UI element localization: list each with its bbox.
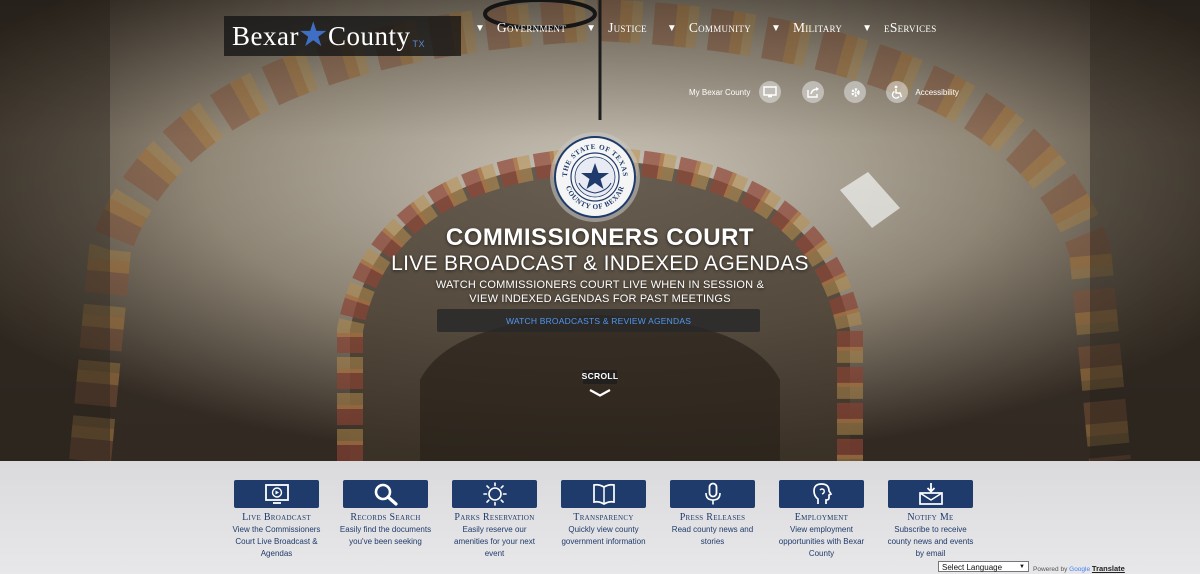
hero-headline: COMMISSIONERS COURT LIVE BROADCAST & IND… bbox=[0, 224, 1200, 306]
broadcast-icon bbox=[264, 484, 289, 504]
language-select[interactable]: Select Language ▼ bbox=[938, 561, 1029, 572]
logo-state: TX bbox=[412, 39, 425, 49]
nav-justice[interactable]: ▼ Justice bbox=[586, 20, 647, 36]
nav-community[interactable]: ▼ Community bbox=[667, 20, 751, 36]
nav-military[interactable]: ▼ Military bbox=[771, 20, 842, 36]
tile-title[interactable]: Transparency bbox=[573, 512, 633, 523]
settings-icon[interactable] bbox=[844, 81, 867, 103]
quick-link-parks-reservation: Parks Reservation Easily reserve our ame… bbox=[440, 480, 549, 560]
nav-label: Government bbox=[496, 20, 567, 35]
quick-link-records-search: Records Search Easily find the documents… bbox=[331, 480, 440, 560]
employment-button[interactable] bbox=[779, 480, 864, 508]
tile-title[interactable]: Employment bbox=[795, 512, 848, 523]
star-icon: ★ bbox=[297, 17, 329, 54]
tile-desc: View employment opportunities with Bexar… bbox=[778, 525, 865, 558]
press-releases-button[interactable] bbox=[670, 480, 755, 508]
tile-desc: Quickly view county government informati… bbox=[561, 525, 646, 546]
scroll-label: SCROLL bbox=[581, 371, 619, 381]
hero-title: COMMISSIONERS COURT bbox=[445, 224, 755, 251]
tile-title[interactable]: Records Search bbox=[350, 512, 420, 523]
logo-word-county: County bbox=[327, 20, 411, 51]
triangle-down-icon: ▼ bbox=[586, 22, 597, 34]
quick-link-notify-me: Notify Me Subscribe to receive county ne… bbox=[876, 480, 985, 560]
hero-line-1: WATCH COMMISSIONERS COURT LIVE WHEN IN S… bbox=[435, 279, 765, 291]
logo-word-bexar: Bexar bbox=[232, 20, 299, 51]
site-logo[interactable]: Bexar ★ County TX bbox=[224, 16, 461, 56]
my-bexar-county-link[interactable]: My Bexar County bbox=[689, 88, 750, 97]
main-nav: ▼ Government ▼ Justice ▼ Community ▼ Mil… bbox=[475, 18, 937, 38]
notify-me-button[interactable] bbox=[888, 480, 973, 508]
scroll-button[interactable]: SCROLL bbox=[579, 368, 621, 398]
tile-title[interactable]: Parks Reservation bbox=[454, 512, 534, 523]
dropdown-arrow-icon: ▼ bbox=[1019, 564, 1025, 570]
tile-desc: Subscribe to receive county news and eve… bbox=[887, 525, 974, 558]
triangle-down-icon: ▼ bbox=[475, 22, 485, 34]
quick-link-employment: Employment View employment opportunities… bbox=[767, 480, 876, 560]
triangle-down-icon: ▼ bbox=[862, 22, 873, 34]
quick-link-live-broadcast: Live Broadcast View the Commissioners Co… bbox=[222, 480, 331, 560]
parks-reservation-button[interactable] bbox=[452, 480, 537, 508]
transparency-button[interactable] bbox=[561, 480, 646, 508]
watch-broadcasts-button[interactable]: WATCH BROADCASTS & REVIEW AGENDAS bbox=[437, 309, 760, 332]
tile-title[interactable]: Press Releases bbox=[680, 512, 746, 523]
powered-by-label: Powered by bbox=[1033, 566, 1068, 573]
nav-label: Military bbox=[792, 20, 843, 35]
translate-link[interactable]: Translate bbox=[1092, 564, 1125, 573]
google-logo: Google bbox=[1069, 566, 1091, 573]
book-icon bbox=[592, 483, 615, 505]
nav-label: Community bbox=[688, 20, 752, 35]
powered-by-google: Powered by Google Translate bbox=[1033, 564, 1125, 573]
chevron-down-icon bbox=[589, 389, 611, 397]
tile-title[interactable]: Live Broadcast bbox=[242, 512, 311, 523]
accessibility-link[interactable]: Accessibility bbox=[915, 88, 959, 97]
hero-subtitle: LIVE BROADCAST & INDEXED AGENDAS bbox=[391, 252, 809, 275]
wheelchair-icon[interactable] bbox=[886, 81, 909, 103]
tile-title[interactable]: Notify Me bbox=[907, 512, 953, 523]
sun-icon bbox=[482, 482, 507, 506]
nav-government[interactable]: ▼ Government bbox=[475, 20, 566, 36]
county-seal: THE STATE OF TEXAS COUNTY OF BEXAR bbox=[549, 131, 641, 223]
hero-line-2: VIEW INDEXED AGENDAS FOR PAST MEETINGS bbox=[469, 293, 731, 305]
nav-label: Justice bbox=[608, 20, 647, 35]
utility-bar: My Bexar County Accessibility bbox=[689, 80, 959, 104]
tile-desc: Read county news and stories bbox=[671, 525, 754, 546]
quick-link-transparency: Transparency Quickly view county governm… bbox=[549, 480, 658, 560]
records-search-button[interactable] bbox=[343, 480, 428, 508]
mail-icon bbox=[918, 483, 943, 505]
search-icon bbox=[374, 483, 398, 506]
tile-desc: View the Commissioners Court Live Broadc… bbox=[232, 525, 321, 558]
live-broadcast-button[interactable] bbox=[234, 480, 319, 508]
triangle-down-icon: ▼ bbox=[666, 22, 677, 34]
quick-link-press-releases: Press Releases Read county news and stor… bbox=[658, 480, 767, 560]
nav-eservices[interactable]: ▼ eServices bbox=[862, 20, 936, 36]
language-select-value: Select Language bbox=[942, 563, 1003, 572]
triangle-down-icon: ▼ bbox=[771, 22, 781, 34]
microphone-icon bbox=[704, 482, 721, 505]
share-icon[interactable] bbox=[802, 81, 825, 103]
head-profile-icon bbox=[812, 483, 832, 504]
nav-label: eServices bbox=[884, 20, 937, 35]
quick-links-band: Live Broadcast View the Commissioners Co… bbox=[0, 461, 1200, 574]
tile-desc: Easily reserve our amenities for your ne… bbox=[454, 525, 535, 558]
tile-desc: Easily find the documents you've been se… bbox=[339, 525, 432, 546]
monitor-icon[interactable] bbox=[759, 81, 782, 103]
